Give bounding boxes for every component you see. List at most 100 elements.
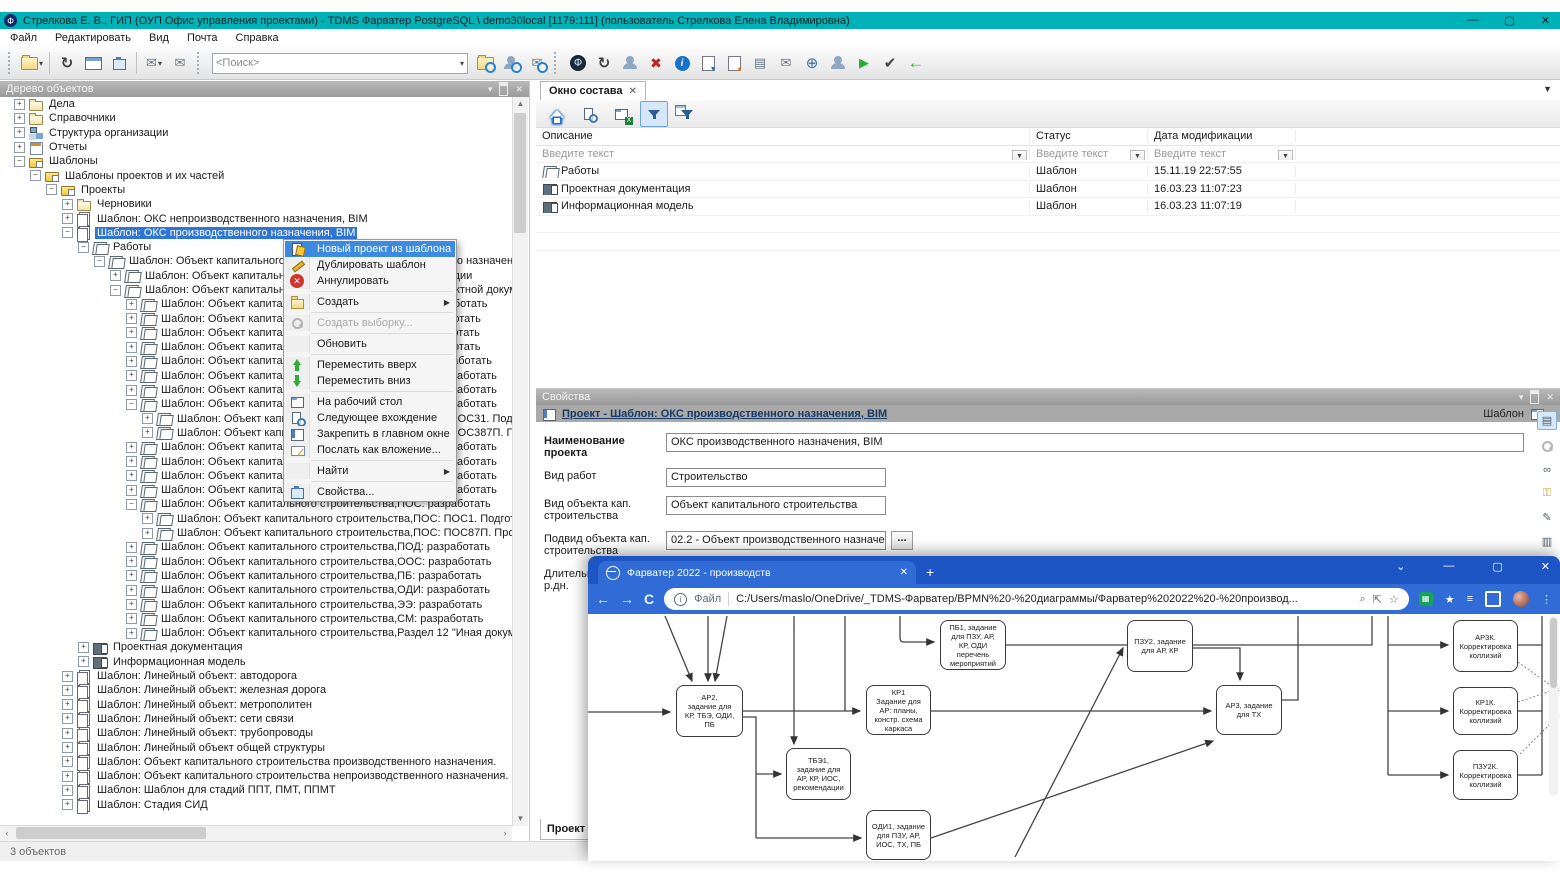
context-menu-item[interactable]: Новый проект из шаблона — [285, 241, 455, 257]
new-object-button[interactable]: ▾ — [19, 51, 45, 75]
expander-icon[interactable]: + — [126, 385, 137, 396]
expander-icon[interactable]: + — [126, 485, 137, 496]
expander-icon[interactable]: + — [126, 313, 137, 324]
expander-icon[interactable]: − — [126, 399, 137, 410]
expander-icon[interactable]: + — [126, 613, 137, 624]
context-menu-item[interactable]: Закрепить в главном окне — [285, 426, 455, 442]
apply-button[interactable]: ✔ — [877, 51, 903, 75]
share-icon[interactable]: ⇱ — [1373, 593, 1382, 606]
expander-icon[interactable]: + — [126, 442, 137, 453]
scroll-down-icon[interactable]: ▼ — [513, 812, 528, 826]
context-menu-item[interactable]: Переместить вверх — [285, 357, 455, 373]
expander-icon[interactable]: + — [126, 370, 137, 381]
expander-icon[interactable]: + — [62, 742, 73, 753]
expander-icon[interactable]: + — [142, 427, 153, 438]
expander-icon[interactable]: + — [126, 299, 137, 310]
filter-input[interactable]: Введите текст▼ — [1148, 148, 1296, 160]
expander-icon[interactable]: + — [14, 113, 25, 124]
expander-icon[interactable]: − — [78, 242, 89, 253]
expander-icon[interactable]: + — [126, 470, 137, 481]
browser-reload-icon[interactable]: C — [644, 591, 654, 607]
tree-item[interactable]: +Шаблон: Объект капитального строительст… — [0, 583, 513, 597]
reading-list-icon[interactable]: ≡ — [1467, 593, 1473, 605]
tree-item[interactable]: +Шаблон: Объект капитального строительст… — [0, 612, 513, 626]
close-icon[interactable]: ✕ — [1546, 392, 1554, 403]
tree-item[interactable]: +Шаблон: Линейный объект: трубопроводы — [0, 726, 513, 740]
keys-button[interactable]: ⚿ — [1538, 485, 1556, 502]
menu-Справка[interactable]: Справка — [236, 32, 279, 44]
search-combo[interactable]: <Поиск> ▾ — [212, 53, 468, 74]
desktop-button[interactable] — [80, 51, 106, 75]
tree-item[interactable]: +Шаблон: Линейный объект: метрополитен — [0, 697, 513, 711]
browser-tab[interactable]: Фарватер 2022 - производств ✕ — [598, 561, 916, 584]
expander-icon[interactable]: + — [78, 642, 89, 653]
run-button[interactable]: ▶ — [851, 51, 877, 75]
versions-button[interactable]: ▥ — [1538, 533, 1556, 550]
tree-item[interactable]: +Шаблон: Стадия СИД — [0, 798, 513, 812]
context-menu-item[interactable]: На рабочий стол — [285, 394, 455, 410]
expander-icon[interactable]: − — [126, 499, 137, 510]
context-menu-item[interactable]: Переместить вниз — [285, 373, 455, 389]
tree-item[interactable]: +Шаблон: Объект капитального строительст… — [0, 569, 513, 583]
table-row[interactable]: Информационная модельШаблон16.03.23 11:0… — [536, 198, 1560, 216]
close-icon[interactable]: ✕ — [629, 86, 637, 97]
context-menu-item[interactable]: Дублировать шаблон — [285, 257, 455, 273]
expander-icon[interactable]: + — [14, 99, 25, 110]
browser-minimize-button[interactable]: — — [1443, 560, 1454, 573]
profile-avatar[interactable] — [1513, 591, 1529, 607]
tree-item[interactable]: +Дела — [0, 97, 513, 111]
extension-green-icon[interactable]: ▦ — [1419, 592, 1433, 606]
return-document-button[interactable] — [721, 51, 747, 75]
tree-item[interactable]: +Шаблон: Шаблон для стадий ППТ, ПМТ, ППМ… — [0, 783, 513, 797]
context-menu-item[interactable]: Послать как вложение... — [285, 442, 455, 458]
expander-icon[interactable]: + — [142, 528, 153, 539]
expander-icon[interactable]: − — [14, 156, 25, 167]
tree-item[interactable]: +Шаблон: Объект капитального строительст… — [0, 597, 513, 611]
close-button[interactable]: ✕ — [1541, 14, 1550, 27]
tab-project[interactable]: Проект — [540, 819, 592, 840]
menu-Редактировать[interactable]: Редактировать — [55, 32, 131, 44]
table-row[interactable]: Проектная документацияШаблон16.03.23 11:… — [536, 181, 1560, 199]
toolbar-grip[interactable] — [8, 52, 15, 74]
scroll-right-icon[interactable]: › — [498, 826, 512, 841]
sign-button[interactable]: ✎ — [1538, 509, 1556, 526]
send-mail-button[interactable]: ✉ — [167, 51, 193, 75]
tab-close-icon[interactable]: ✕ — [900, 567, 908, 578]
mail-out-button[interactable]: ✉ — [773, 51, 799, 75]
tree-item[interactable]: −Проекты — [0, 183, 513, 197]
zoom-button[interactable] — [1538, 437, 1556, 454]
table-row[interactable]: РаботыШаблон15.11.19 22:57:55 — [536, 163, 1560, 181]
expander-icon[interactable]: + — [126, 356, 137, 367]
find-in-tree-button[interactable] — [576, 102, 602, 126]
context-menu-item[interactable]: Свойства... — [285, 484, 455, 500]
zoom-icon[interactable]: ⌕ — [1359, 593, 1365, 606]
tree-horizontal-scrollbar[interactable]: ‹ › — [0, 825, 512, 841]
menu-Вид[interactable]: Вид — [149, 32, 169, 44]
expander-icon[interactable]: + — [62, 671, 73, 682]
expander-icon[interactable]: + — [126, 327, 137, 338]
context-menu-item[interactable]: Найти▶ — [285, 463, 455, 479]
browser-forward-icon[interactable]: → — [620, 591, 634, 607]
extensions-puzzle-icon[interactable]: ★ — [1445, 593, 1455, 606]
field-value-input[interactable]: 02.2 - Объект производственного назначен… — [666, 531, 886, 550]
tree-item[interactable]: +Шаблон: Объект капитального строительст… — [0, 626, 513, 640]
expander-icon[interactable]: − — [30, 170, 41, 181]
expander-icon[interactable]: + — [62, 699, 73, 710]
form-view-button[interactable]: ▤ — [1537, 411, 1557, 430]
context-menu-item[interactable]: Следующее вхождение — [285, 410, 455, 426]
info-button[interactable]: i — [669, 51, 695, 75]
omnibox[interactable]: i Файл C:/Users/maslo/OneDrive/_TDMS-Фар… — [664, 588, 1409, 610]
expander-icon[interactable]: + — [110, 270, 121, 281]
tree-item[interactable]: +Черновики — [0, 197, 513, 211]
browser-close-button[interactable]: ✕ — [1541, 560, 1550, 573]
search-users-button[interactable] — [498, 51, 524, 75]
context-menu-item[interactable]: Обновить — [285, 336, 455, 352]
search-mail-button[interactable]: ✉ — [524, 51, 550, 75]
tree-item[interactable]: +Справочники — [0, 111, 513, 125]
expander-icon[interactable]: + — [62, 785, 73, 796]
sidebar-extension-icon[interactable] — [1485, 591, 1501, 607]
take-document-button[interactable] — [695, 51, 721, 75]
expander-icon[interactable]: + — [126, 570, 137, 581]
tab-list-chevron-icon[interactable]: ▼ — [1543, 84, 1552, 94]
column-header-status[interactable]: Статус — [1030, 130, 1148, 142]
